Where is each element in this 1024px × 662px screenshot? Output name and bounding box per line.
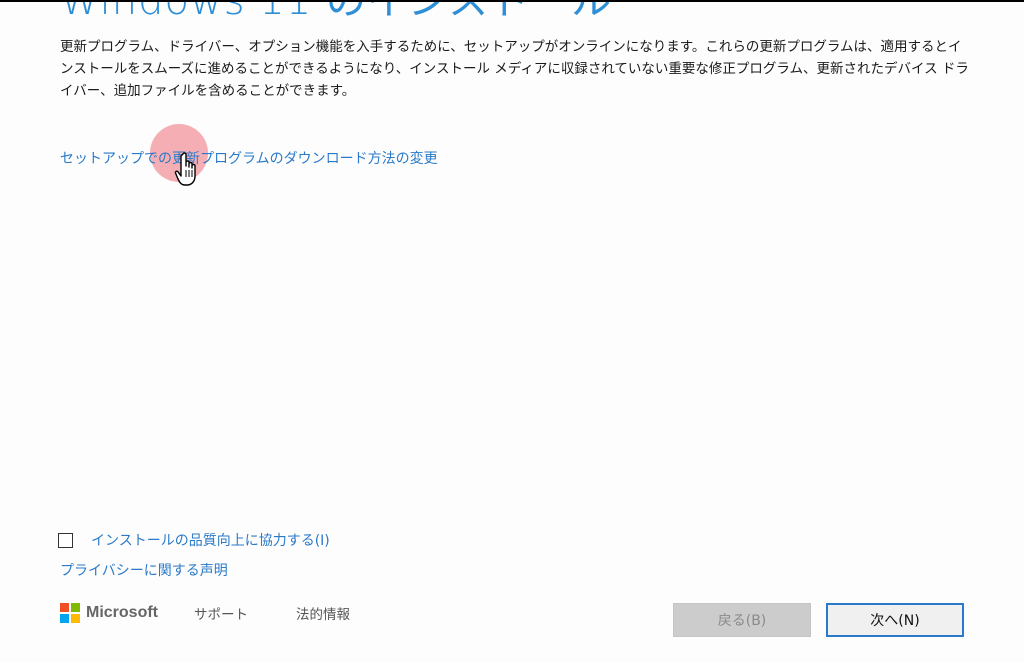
change-update-download-link[interactable]: セットアップでの更新プログラムのダウンロード方法の変更 [60,148,438,168]
consent-row: インストールの品質向上に協力する(I) [58,530,330,550]
hand-pointer-icon [174,152,196,186]
back-button[interactable]: 戻る(B) [673,603,811,637]
setup-dialog: Windows 11 のインストール 更新プログラム、ドライバー、オプション機能… [0,2,1024,662]
consent-checkbox[interactable] [58,532,73,548]
page-title: Windows 11 のインストール [60,2,612,26]
support-link[interactable]: サポート [194,603,248,623]
next-button[interactable]: 次へ(N) [826,603,964,637]
consent-label[interactable]: インストールの品質向上に協力する(I) [91,530,330,550]
microsoft-logo-icon [60,603,80,623]
description-text: 更新プログラム、ドライバー、オプション機能を入手するために、セットアップがオンラ… [60,39,969,99]
footer: Microsoft サポート 法的情報 [60,602,398,624]
legal-info-link[interactable]: 法的情報 [296,603,350,623]
microsoft-brand: Microsoft [86,604,158,621]
privacy-statement-link[interactable]: プライバシーに関する声明 [60,560,228,580]
